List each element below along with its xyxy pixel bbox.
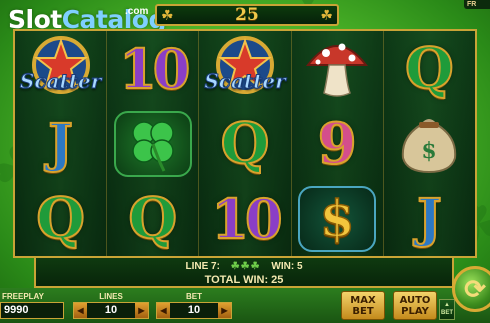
reel-cell	[292, 31, 383, 106]
clover-icon: ☘	[320, 7, 333, 23]
spin-arrow-icon: ⟳	[464, 273, 486, 304]
symbol-10: 10	[118, 36, 191, 101]
symbol-10: 10	[210, 186, 283, 251]
logo-suffix: .com	[125, 6, 149, 17]
top-value-display: ☘ 25 ☘	[155, 4, 339, 26]
lines-title: LINES	[99, 292, 123, 301]
bet-value: 10	[187, 304, 201, 316]
corner-tab[interactable]: FR	[464, 0, 490, 9]
reel-cell: J	[15, 106, 106, 181]
reel-5: Q $ J	[383, 31, 476, 256]
line-win-label: WIN: 5	[271, 261, 303, 272]
symbol-j: J	[416, 187, 443, 249]
lines-increase-icon[interactable]: ▶	[135, 303, 148, 318]
reel-cell: Q	[384, 31, 475, 106]
max-bet-button[interactable]: MAX BET	[341, 291, 385, 320]
scatter-symbol: Scatter	[17, 35, 105, 103]
freeplay-title: FREEPLAY	[2, 292, 44, 301]
reel-cell: $	[292, 181, 383, 256]
reel-cell: $	[384, 106, 475, 181]
dollar-symbol-icon: $	[298, 185, 377, 252]
bet-decrease-icon[interactable]: ◀	[157, 303, 170, 318]
win-info-panel: LINE 7: ☘☘☘ WIN: 5 TOTAL WIN: 25	[34, 258, 454, 288]
reel-cell: Q	[107, 181, 198, 256]
line-clover-icon: ☘☘☘	[230, 261, 261, 272]
symbol-q: Q	[127, 185, 178, 252]
scatter-symbol: Scatter	[201, 35, 289, 103]
reel-grid: Scatter J Q 10 Q Scatter Q 10 9 $ Q $ J	[13, 29, 477, 258]
lines-value: 10	[104, 304, 118, 316]
reel-cell: Q	[199, 106, 290, 181]
reel-2: 10 Q	[107, 31, 200, 256]
clover-symbol-icon	[113, 110, 192, 177]
reel-3: Scatter Q 10	[199, 31, 292, 256]
bet-side-button[interactable]: ▲ BET	[439, 299, 455, 320]
bet-side-label: BET	[441, 310, 453, 316]
reel-cell: J	[384, 181, 475, 256]
bet-value-box: ◀ 10 ▶	[156, 302, 232, 319]
total-win-label: TOTAL WIN: 25	[204, 274, 284, 286]
autoplay-line2: PLAY	[401, 306, 429, 317]
bet-title: BET	[186, 292, 202, 301]
symbol-q: Q	[404, 35, 455, 102]
lines-decrease-icon[interactable]: ◀	[74, 303, 87, 318]
spin-button[interactable]: ⟳	[452, 266, 490, 312]
scatter-label: Scatter	[204, 68, 286, 93]
reel-cell: Scatter	[15, 31, 106, 106]
bet-panel: BET ◀ 10 ▶	[156, 292, 232, 319]
top-value: 25	[235, 5, 259, 25]
bet-side-arrow-icon: ▲	[444, 302, 450, 308]
control-bar: FREEPLAY 9990 LINES ◀ 10 ▶ BET ◀ 10 ▶ MA…	[0, 288, 490, 323]
reel-4: 9 $	[291, 31, 384, 256]
symbol-j: J	[47, 112, 74, 174]
symbol-q: Q	[35, 185, 86, 252]
max-bet-line1: MAX	[350, 295, 376, 306]
reel-1: Scatter J Q	[15, 31, 108, 256]
lines-panel: LINES ◀ 10 ▶	[73, 292, 149, 319]
autoplay-line1: AUTO	[399, 295, 431, 306]
max-bet-line2: BET	[352, 306, 374, 317]
svg-text:$: $	[422, 138, 437, 164]
lines-value-box: ◀ 10 ▶	[73, 302, 149, 319]
mushroom-symbol-icon	[302, 33, 372, 104]
bet-increase-icon[interactable]: ▶	[218, 303, 231, 318]
money-bag-symbol-icon: $	[391, 108, 467, 179]
reel-cell: 10	[199, 181, 290, 256]
freeplay-panel: FREEPLAY 9990	[0, 292, 64, 319]
reel-cell: Scatter	[199, 31, 290, 106]
reel-cell: 10	[107, 31, 198, 106]
symbol-q: Q	[220, 110, 271, 177]
scatter-label: Scatter	[19, 68, 102, 93]
reel-cell	[107, 106, 198, 181]
line-label: LINE 7:	[185, 261, 220, 272]
symbol-9: 9	[317, 110, 358, 177]
autoplay-button[interactable]: AUTO PLAY	[393, 291, 437, 320]
freeplay-value: 9990	[0, 302, 64, 319]
reel-cell: Q	[15, 181, 106, 256]
clover-icon: ☘	[161, 7, 174, 23]
reel-cell: 9	[292, 106, 383, 181]
